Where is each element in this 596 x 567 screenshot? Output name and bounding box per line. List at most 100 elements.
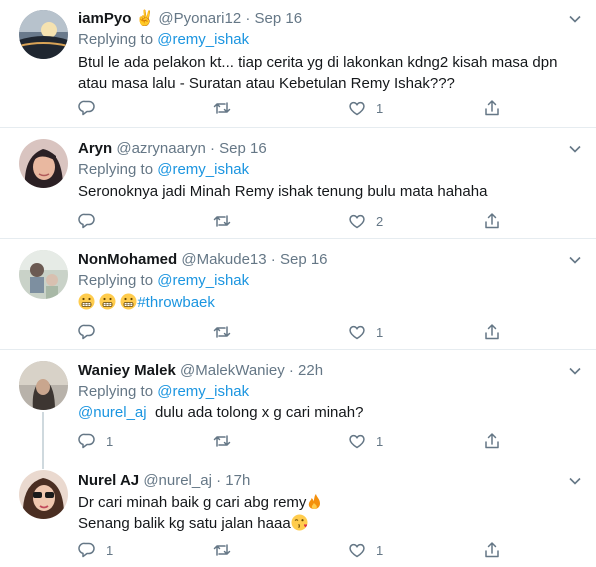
retweet-icon	[213, 435, 231, 447]
tweet[interactable]: iamPyo ✌ @Pyonari12 · Sep 16 Replying to…	[0, 0, 596, 128]
victory-hand-icon: ✌	[135, 10, 155, 27]
tweet-replies-feed: iamPyo ✌ @Pyonari12 · Sep 16 Replying to…	[0, 0, 596, 567]
tweet-header: Nurel AJ @nurel_aj · 17h	[78, 472, 250, 490]
like-count: 2	[376, 213, 384, 229]
tweet[interactable]: Nurel AJ @nurel_aj · 17h Dr cari minah b…	[0, 458, 596, 567]
thread-line	[42, 458, 44, 469]
share-button[interactable]	[483, 322, 501, 342]
tweet-actions: 1	[78, 98, 508, 118]
reply-button[interactable]	[78, 98, 106, 118]
share-icon	[485, 324, 499, 340]
share-button[interactable]	[483, 540, 501, 560]
kissing-heart-emoji	[291, 514, 308, 531]
like-button[interactable]: 1	[348, 322, 383, 342]
reply-button[interactable]: 1	[78, 431, 113, 451]
like-button[interactable]: 1	[348, 98, 383, 118]
timestamp[interactable]: 22h	[298, 362, 323, 379]
replying-to-mention[interactable]: @remy_ishak	[157, 272, 249, 289]
chevron-down-icon[interactable]	[568, 142, 582, 156]
tweet-actions: 1 1	[78, 540, 508, 560]
separator: ·	[288, 362, 294, 379]
reply-button[interactable]: 1	[78, 540, 113, 560]
share-button[interactable]	[483, 431, 501, 451]
share-button[interactable]	[483, 211, 501, 231]
separator: ·	[209, 140, 215, 157]
replying-to: Replying to @remy_ishak	[78, 160, 249, 180]
share-icon	[485, 433, 499, 449]
share-button[interactable]	[483, 98, 501, 118]
avatar[interactable]	[19, 470, 68, 519]
retweet-icon	[213, 215, 231, 227]
chevron-down-icon[interactable]	[568, 12, 582, 26]
reply-button[interactable]	[78, 211, 106, 231]
tweet[interactable]: Waniey Malek @MalekWaniey · 22h Replying…	[0, 350, 596, 458]
tweet[interactable]: NonMohamed @Makude13 · Sep 16 Replying t…	[0, 239, 596, 350]
display-name[interactable]: Waniey Malek	[78, 362, 176, 379]
like-icon	[349, 325, 365, 340]
chevron-down-icon[interactable]	[568, 364, 582, 378]
retweet-button[interactable]	[213, 431, 241, 451]
reply-count: 1	[106, 433, 114, 449]
timestamp[interactable]: Sep 16	[255, 10, 303, 27]
grimacing-emoji	[99, 293, 116, 310]
thread-line	[42, 412, 44, 458]
user-handle[interactable]: @Makude13	[181, 251, 266, 268]
hashtag-link[interactable]: #throwbaek	[137, 294, 215, 311]
like-icon	[349, 543, 365, 558]
avatar[interactable]	[19, 250, 68, 299]
tweet-text: @nurel_aj dulu ada tolong x g cari minah…	[78, 402, 584, 423]
tweet-header: iamPyo ✌ @Pyonari12 · Sep 16	[78, 10, 302, 28]
tweet-line-text: Dr cari minah baik g cari abg remy	[78, 494, 307, 511]
replying-to-mention[interactable]: @remy_ishak	[157, 31, 249, 48]
like-button[interactable]: 1	[348, 431, 383, 451]
replying-to-label: Replying to	[78, 31, 154, 48]
replying-to-mention[interactable]: @remy_ishak	[157, 383, 249, 400]
user-handle[interactable]: @nurel_aj	[143, 472, 212, 489]
chevron-down-icon[interactable]	[568, 474, 582, 488]
like-button[interactable]: 1	[348, 540, 383, 560]
timestamp[interactable]: Sep 16	[219, 140, 267, 157]
display-name[interactable]: Aryn	[78, 140, 112, 157]
replying-to-label: Replying to	[78, 161, 154, 178]
mention-link[interactable]: @nurel_aj	[78, 404, 147, 421]
retweet-button[interactable]	[213, 540, 241, 560]
like-button[interactable]: 2	[348, 211, 383, 231]
tweet-text: #throwbaek	[78, 292, 584, 313]
reply-button[interactable]	[78, 322, 106, 342]
display-name[interactable]: Nurel AJ	[78, 472, 139, 489]
tweet-line: Senang balik kg satu jalan haaa	[78, 513, 584, 534]
avatar[interactable]	[19, 361, 68, 410]
like-count: 1	[376, 100, 384, 116]
tweet[interactable]: Aryn @azrynaaryn · Sep 16 Replying to @r…	[0, 128, 596, 239]
display-name[interactable]: iamPyo	[78, 10, 131, 27]
timestamp[interactable]: 17h	[225, 472, 250, 489]
share-icon	[485, 213, 499, 229]
separator: ·	[216, 472, 222, 489]
retweet-button[interactable]	[213, 211, 241, 231]
tweet-actions: 2	[78, 211, 508, 231]
chevron-down-icon[interactable]	[568, 253, 582, 267]
separator: ·	[270, 251, 276, 268]
user-handle[interactable]: @azrynaaryn	[116, 140, 205, 157]
reply-count: 1	[106, 542, 114, 558]
timestamp[interactable]: Sep 16	[280, 251, 328, 268]
share-icon	[485, 100, 499, 116]
retweet-button[interactable]	[213, 98, 241, 118]
like-icon	[349, 101, 365, 116]
like-count: 1	[376, 433, 384, 449]
replying-to-label: Replying to	[78, 272, 154, 289]
tweet-actions: 1	[78, 322, 508, 342]
avatar[interactable]	[19, 139, 68, 188]
retweet-button[interactable]	[213, 322, 241, 342]
fire-emoji	[309, 494, 321, 509]
avatar[interactable]	[19, 10, 68, 59]
replying-to-label: Replying to	[78, 383, 154, 400]
display-name[interactable]: NonMohamed	[78, 251, 177, 268]
tweet-text-content: dulu ada tolong x g cari minah?	[154, 404, 364, 421]
like-count: 1	[376, 542, 384, 558]
reply-icon	[78, 100, 95, 116]
separator: ·	[245, 10, 251, 27]
user-handle[interactable]: @Pyonari12	[158, 10, 241, 27]
user-handle[interactable]: @MalekWaniey	[180, 362, 285, 379]
replying-to-mention[interactable]: @remy_ishak	[157, 161, 249, 178]
